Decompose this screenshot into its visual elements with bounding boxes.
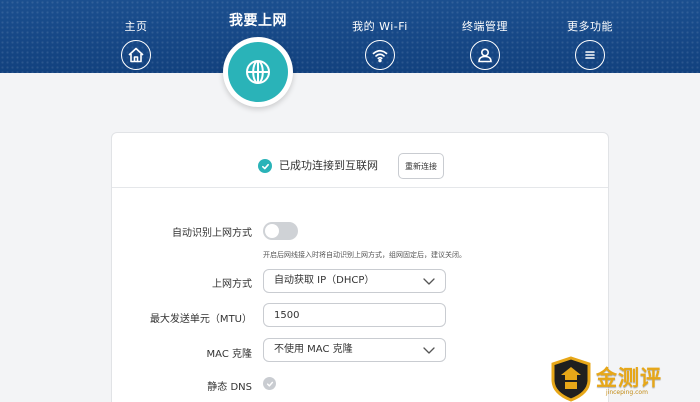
- mac-clone-select[interactable]: 不使用 MAC 克隆: [263, 338, 446, 362]
- wan-mode-select[interactable]: 自动获取 IP（DHCP）: [263, 269, 446, 293]
- nav-label: 更多功能: [567, 20, 613, 33]
- nav-item-devices[interactable]: 终端管理: [440, 0, 530, 70]
- connection-status-text: 已成功连接到互联网: [279, 159, 378, 172]
- top-nav-bar: 主页 我要上网 我的 Wi-Fi 终端管理 更多功能: [0, 0, 700, 73]
- nav-label: 主页: [124, 20, 148, 33]
- static-dns-label: 静态 DNS: [207, 382, 252, 393]
- nav-label: 终端管理: [462, 20, 508, 33]
- nav-item-wifi[interactable]: 我的 Wi-Fi: [335, 0, 425, 70]
- watermark-logo: 金测评 jinceping.com: [550, 356, 700, 402]
- nav-item-more[interactable]: 更多功能: [545, 0, 635, 70]
- wifi-icon: [365, 40, 395, 70]
- auto-detect-label: 自动识别上网方式: [172, 228, 252, 239]
- watermark-url: jinceping.com: [606, 389, 648, 396]
- shield-logo-icon: [551, 356, 591, 402]
- reconnect-button[interactable]: 重新连接: [398, 153, 444, 179]
- wan-mode-label: 上网方式: [212, 279, 252, 290]
- user-icon: [470, 40, 500, 70]
- home-icon: [121, 40, 151, 70]
- internet-settings-card: 已成功连接到互联网 重新连接 自动识别上网方式 开启后网线接入时将自动识别上网方…: [111, 132, 609, 402]
- chevron-down-icon: [423, 278, 435, 285]
- mac-clone-value: 不使用 MAC 克隆: [274, 344, 353, 355]
- wan-mode-value: 自动获取 IP（DHCP）: [274, 275, 375, 286]
- watermark-text: 金测评: [596, 366, 662, 390]
- menu-icon: [575, 40, 605, 70]
- mac-clone-label: MAC 克隆: [206, 349, 252, 360]
- mtu-input[interactable]: [263, 303, 446, 327]
- nav-item-internet[interactable]: 我要上网: [213, 0, 303, 30]
- mtu-label: 最大发送单元（MTU）: [149, 314, 252, 325]
- auto-detect-toggle[interactable]: [263, 222, 298, 240]
- active-nav-indicator[interactable]: [223, 37, 293, 107]
- globe-icon: [228, 42, 288, 102]
- nav-item-home[interactable]: 主页: [91, 0, 181, 70]
- chevron-down-icon: [423, 347, 435, 354]
- check-circle-icon: [258, 159, 272, 173]
- static-dns-checkbox[interactable]: [263, 377, 276, 390]
- auto-detect-hint: 开启后网线接入时将自动识别上网方式，组网固定后，建议关闭。: [263, 251, 466, 259]
- connection-status-row: 已成功连接到互联网 重新连接: [112, 133, 608, 188]
- nav-label: 我要上网: [229, 13, 287, 29]
- nav-label: 我的 Wi-Fi: [352, 20, 408, 33]
